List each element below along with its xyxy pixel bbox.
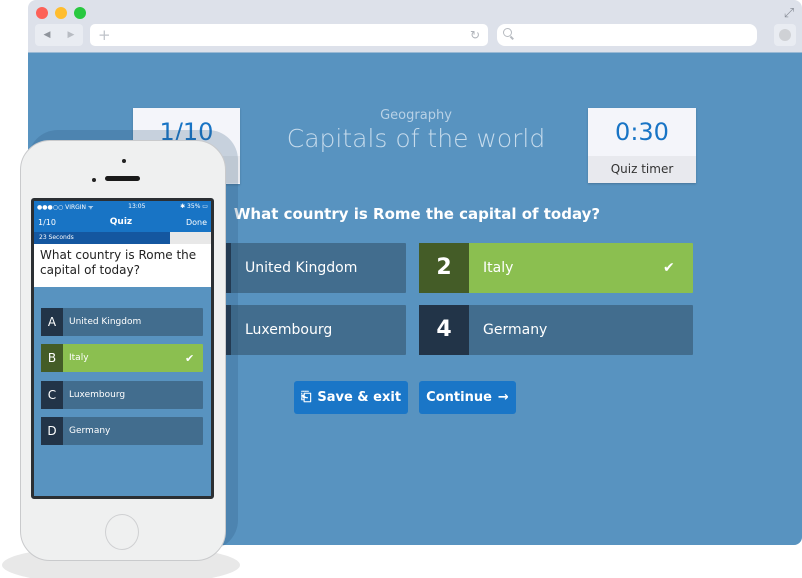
reload-icon[interactable]: ↻ [470,27,480,43]
status-bar: ●●●○○ VIRGIN ᯤ 13:05 ✱ 35% ▭ [34,201,211,212]
question-text: What country is Rome the capital of toda… [233,205,601,223]
answer-text: United Kingdom [69,317,142,327]
save-exit-button[interactable]: ⎗ Save & exit [294,381,408,414]
timer-card: 0:30 Quiz timer [588,108,696,183]
battery: ✱ 35% ▭ [180,203,208,210]
checkmark-icon: ✔ [185,351,195,365]
save-icon: ⎗ [300,390,312,405]
minimize-window-button[interactable] [55,7,67,19]
checkmark-icon: ✔ [663,260,675,276]
answer-text: Luxembourg [69,390,126,400]
answer-number: 2 [419,243,469,293]
sensor-icon [92,178,96,182]
answer-option-4[interactable]: 4 Germany [419,305,693,355]
answer-text: Italy [69,353,89,363]
phone-answer-d[interactable]: D Germany [41,417,203,445]
close-window-button[interactable] [36,7,48,19]
extension-button[interactable] [774,24,796,46]
answer-option-2[interactable]: 2 Italy ✔ [419,243,693,293]
extension-icon [779,29,791,41]
phone-nav-bar: 1/10 Quiz Done [34,212,211,232]
camera-icon [122,159,126,163]
back-button[interactable]: ◀ [44,30,51,40]
answer-number: 4 [419,305,469,355]
phone-timer-bar: 23 Seconds [34,232,211,244]
phone-answer-c[interactable]: C Luxembourg [41,381,203,409]
phone-screen: ●●●○○ VIRGIN ᯤ 13:05 ✱ 35% ▭ 1/10 Quiz D… [31,198,214,499]
answer-text: United Kingdom [245,260,358,276]
continue-label: Continue [426,390,492,405]
quiz-title: Capitals of the world [286,124,546,153]
answer-letter: C [41,381,63,409]
window-controls [36,7,86,19]
save-exit-label: Save & exit [317,390,402,405]
answer-text: Germany [69,426,111,436]
phone-mockup: ●●●○○ VIRGIN ᯤ 13:05 ✱ 35% ▭ 1/10 Quiz D… [20,140,226,561]
answer-letter: A [41,308,63,336]
expand-icon[interactable]: ⤢ [782,7,796,21]
timer-label: Quiz timer [588,156,696,183]
done-button[interactable]: Done [186,218,207,227]
carrier: ●●●○○ VIRGIN ᯤ [37,203,94,211]
phone-progress: 1/10 [38,217,56,227]
answer-letter: B [41,344,63,372]
answer-text: Luxembourg [245,322,333,338]
forward-button[interactable]: ▶ [68,30,75,40]
timer-seconds: 23 Seconds [39,234,74,241]
phone-answer-b[interactable]: B Italy ✔ [41,344,203,372]
address-bar[interactable]: + ↻ [90,24,488,46]
speaker-icon [105,176,140,181]
answer-text: Italy [483,260,514,276]
search-bar[interactable] [497,24,757,46]
answer-letter: D [41,417,63,445]
maximize-window-button[interactable] [74,7,86,19]
new-tab-icon[interactable]: + [98,26,111,44]
phone-title: Quiz [109,217,133,227]
answer-text: Germany [483,322,548,338]
arrow-right-icon: → [497,390,509,405]
timer-value: 0:30 [615,118,669,146]
search-icon [503,28,512,37]
nav-buttons: ◀ ▶ [35,24,83,46]
phone-question: What country is Rome the capital of toda… [34,244,211,287]
quiz-subject: Geography [380,108,452,123]
continue-button[interactable]: Continue → [419,381,516,414]
status-time: 13:05 [128,203,146,210]
phone-answer-a[interactable]: A United Kingdom [41,308,203,336]
home-button[interactable] [105,514,139,550]
